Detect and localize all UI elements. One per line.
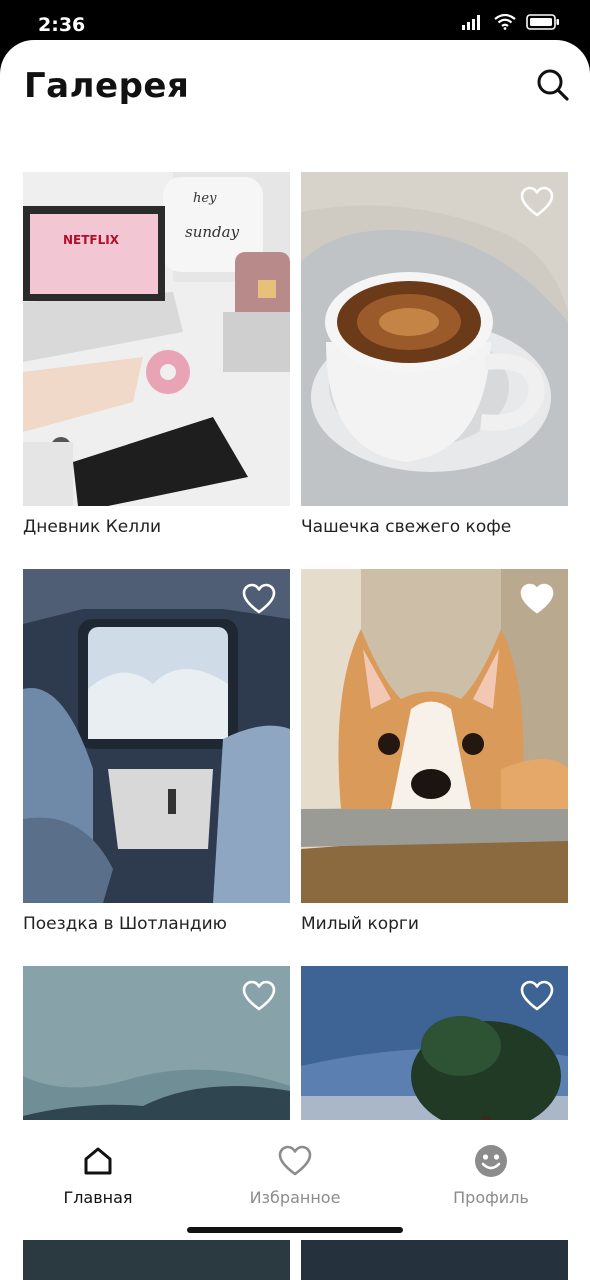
card-photo[interactable] [23,569,290,903]
tab-home[interactable]: Главная [28,1142,168,1207]
photo-laptop-donut: hey sunday NETFLIX [23,172,290,506]
svg-text:hey: hey [193,191,217,206]
app-screen: Галерея hey sunday NETFLIX Дневник Келли… [0,40,590,1280]
card-title: Чашечка свежего кофе [301,517,512,537]
photo-coffee [301,172,568,506]
search-button[interactable] [534,66,572,104]
status-icons [462,14,560,30]
favorite-button[interactable] [520,186,554,218]
photo-train [23,569,290,903]
card-title: Дневник Келли [23,517,162,537]
card-photo[interactable]: hey sunday NETFLIX [23,172,290,506]
heart-outline-icon [242,980,276,1011]
favorite-button[interactable] [520,980,554,1012]
heart-icon [276,1142,314,1180]
heart-filled-icon [520,583,554,614]
home-indicator [187,1227,403,1233]
favorite-button[interactable] [242,980,276,1012]
bottom-tab-bar: Главная Избранное Профиль [0,1120,590,1240]
battery-icon [526,14,559,30]
tab-profile[interactable]: Профиль [421,1142,561,1207]
tab-favorites[interactable]: Избранное [225,1142,365,1207]
tab-label: Избранное [249,1188,341,1207]
header: Галерея [0,40,590,140]
smiley-icon [472,1142,510,1180]
card-title: Милый корги [301,914,419,934]
favorite-button[interactable] [520,583,554,615]
heart-outline-icon [242,583,276,614]
favorite-button[interactable] [242,583,276,615]
svg-text:NETFLIX: NETFLIX [63,233,120,247]
signal-icon [462,15,480,30]
page-title: Галерея [24,66,190,106]
wifi-icon [494,14,516,30]
card-photo[interactable] [301,569,568,903]
gallery-card[interactable]: hey sunday NETFLIX Дневник Келли [23,172,290,537]
gallery-card[interactable]: Чашечка свежего кофе [301,172,568,537]
heart-outline-icon [520,980,554,1011]
heart-outline-icon [520,186,554,217]
card-photo[interactable] [301,172,568,506]
tab-label: Профиль [453,1188,529,1207]
card-title: Поездка в Шотландию [23,914,227,934]
gallery-card[interactable]: Милый корги [301,569,568,934]
svg-text:sunday: sunday [185,223,240,241]
tab-label: Главная [63,1188,133,1207]
home-icon [79,1142,117,1180]
photo-corgi [301,569,568,903]
search-icon [537,69,569,101]
status-time: 2:36 [38,14,86,36]
gallery-card[interactable]: Поездка в Шотландию [23,569,290,934]
